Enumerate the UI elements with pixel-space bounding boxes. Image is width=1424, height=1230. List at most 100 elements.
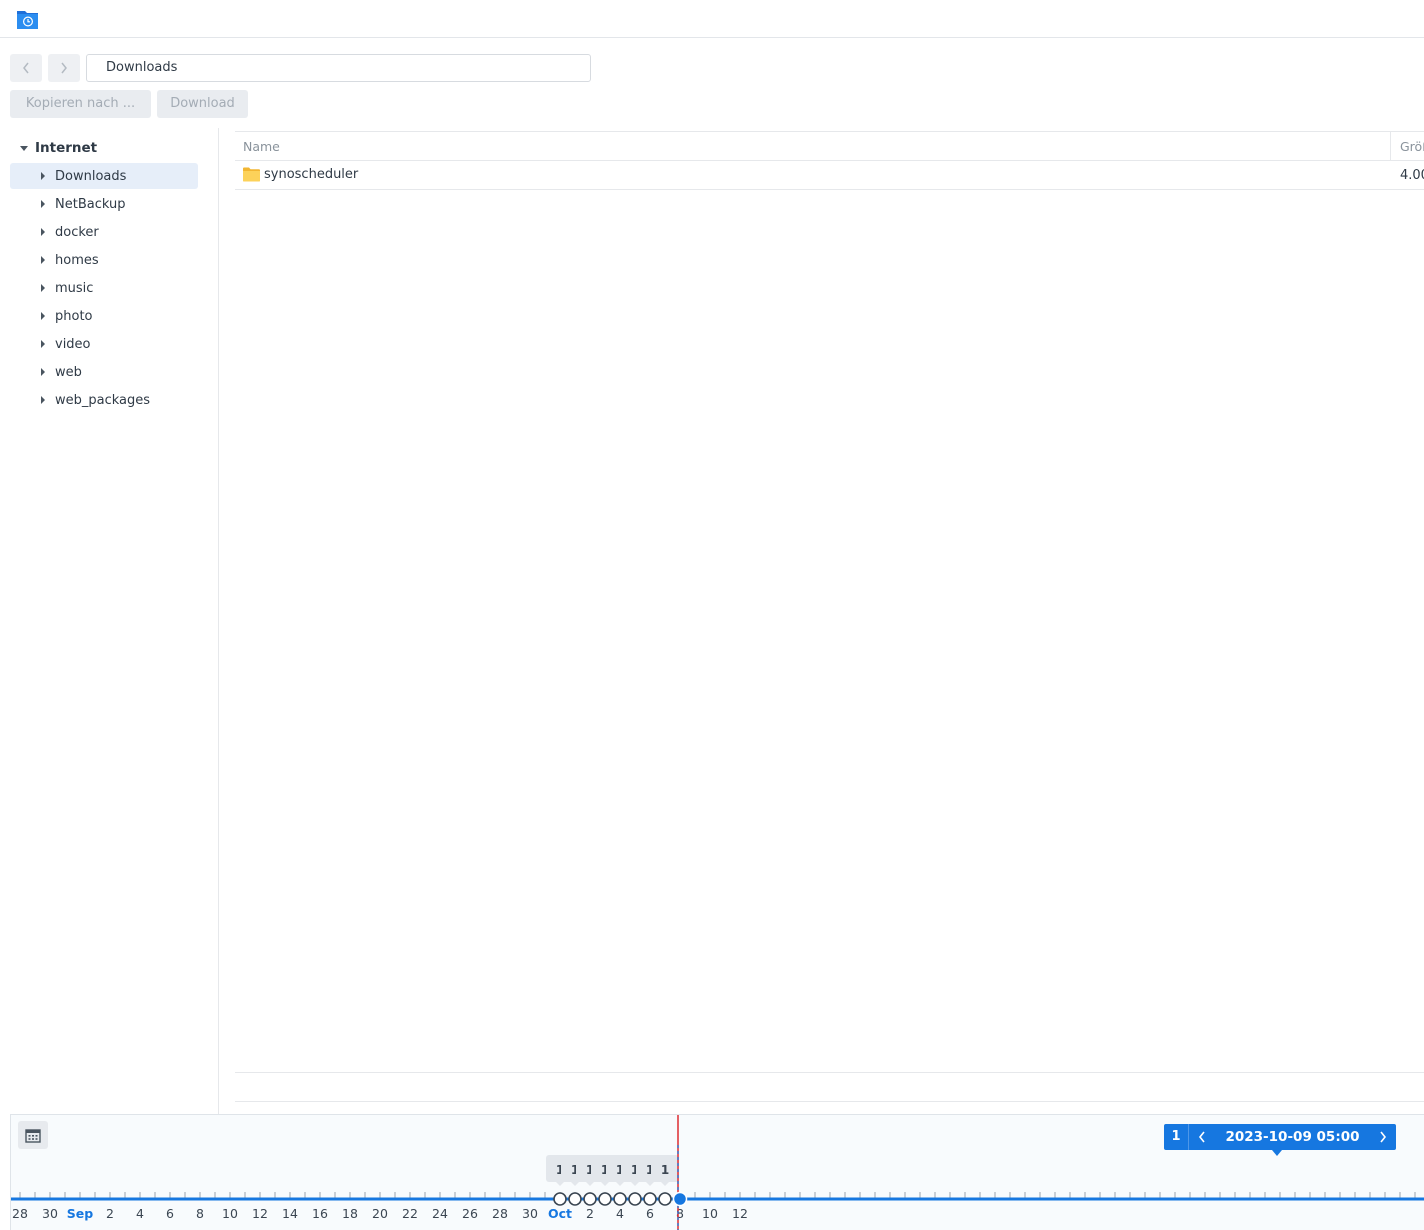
caret-right-icon[interactable] bbox=[41, 340, 45, 348]
date-navigator-pointer bbox=[1272, 1150, 1282, 1156]
timeline-tick-label: 28 bbox=[492, 1206, 508, 1221]
selected-version-date: 2023-10-09 05:00 bbox=[1225, 1129, 1360, 1145]
timeline-tick-label: 22 bbox=[402, 1206, 418, 1221]
timeline-tick-label: 4 bbox=[616, 1206, 624, 1221]
tree-item-docker[interactable]: docker bbox=[10, 219, 198, 245]
calendar-button[interactable] bbox=[18, 1121, 48, 1149]
version-marker bbox=[568, 1192, 582, 1206]
bubble-pointer bbox=[586, 1182, 594, 1186]
folder-icon bbox=[243, 167, 260, 182]
tree-item-label: video bbox=[55, 336, 91, 352]
version-count-label: 1 bbox=[661, 1163, 669, 1177]
caret-right-icon[interactable] bbox=[41, 284, 45, 292]
tree-item-label: homes bbox=[55, 252, 99, 268]
timeline-tick-label: 4 bbox=[136, 1206, 144, 1221]
timeline-tick-label: 24 bbox=[432, 1206, 448, 1221]
bubble-pointer bbox=[616, 1182, 624, 1186]
chevron-left-icon bbox=[23, 62, 29, 74]
column-header-size[interactable]: Größe bbox=[1400, 139, 1424, 154]
tree-item-music[interactable]: music bbox=[10, 275, 198, 301]
backup-explorer-app-icon bbox=[17, 11, 38, 29]
file-name: synoscheduler bbox=[264, 167, 359, 182]
version-marker bbox=[613, 1192, 627, 1206]
tree-item-label: photo bbox=[55, 308, 93, 324]
bubble-pointer bbox=[646, 1182, 654, 1186]
timeline-tick-label: 6 bbox=[646, 1206, 654, 1221]
file-size: 4.00 KB bbox=[1400, 168, 1424, 183]
version-marker bbox=[553, 1192, 567, 1206]
selected-version-marker bbox=[672, 1191, 688, 1207]
tree-item-web-packages[interactable]: web_packages bbox=[10, 387, 198, 413]
tree-item-video[interactable]: video bbox=[10, 331, 198, 357]
bubble-pointer bbox=[571, 1182, 579, 1186]
tree-item-downloads[interactable]: Downloads bbox=[10, 163, 198, 189]
divider bbox=[235, 1072, 1424, 1073]
timeline-tick-label: Sep bbox=[67, 1206, 93, 1221]
tree-item-label: Downloads bbox=[55, 168, 127, 184]
timeline-tick-label: 6 bbox=[166, 1206, 174, 1221]
bubble-pointer bbox=[661, 1182, 669, 1186]
tree-item-label: web_packages bbox=[55, 392, 151, 408]
version-count-badge: 1 bbox=[1164, 1124, 1189, 1150]
copy-to-button[interactable]: Kopieren nach ... bbox=[10, 90, 151, 118]
timeline-tick-label: Oct bbox=[548, 1206, 572, 1221]
file-table-header: Name Größe bbox=[235, 131, 1424, 161]
version-marker bbox=[628, 1192, 642, 1206]
caret-right-icon[interactable] bbox=[41, 396, 45, 404]
timeline-tick-label: 2 bbox=[106, 1206, 114, 1221]
bubble-pointer bbox=[556, 1182, 564, 1186]
tree-item-homes[interactable]: homes bbox=[10, 247, 198, 273]
timeline-tick-label: 30 bbox=[42, 1206, 58, 1221]
caret-down-icon bbox=[20, 145, 28, 151]
version-marker bbox=[643, 1192, 657, 1206]
forward-button[interactable] bbox=[48, 54, 80, 82]
download-button[interactable]: Download bbox=[157, 90, 248, 118]
tree-item-web[interactable]: web bbox=[10, 359, 198, 385]
caret-right-icon[interactable] bbox=[41, 256, 45, 264]
column-divider[interactable] bbox=[1390, 132, 1391, 161]
timeline-tick-label: 30 bbox=[522, 1206, 538, 1221]
column-header-name[interactable]: Name bbox=[243, 139, 280, 154]
caret-right-icon[interactable] bbox=[41, 228, 45, 236]
chevron-right-icon bbox=[61, 62, 67, 74]
caret-right-icon[interactable] bbox=[41, 172, 45, 180]
caret-right-icon[interactable] bbox=[41, 200, 45, 208]
caret-right-icon[interactable] bbox=[41, 368, 45, 376]
timeline-tick-label: 26 bbox=[462, 1206, 478, 1221]
timeline-tick-label: 12 bbox=[252, 1206, 268, 1221]
version-timeline: 28 30 Sep 2 4 6 8 10 12 14 16 18 20 22 24 26 28 30 Oct 2 4 6 8… bbox=[10, 1114, 1424, 1230]
version-date-navigator: 1 2023-10-09 05:00 bbox=[1164, 1124, 1396, 1150]
timeline-tick-label: 16 bbox=[312, 1206, 328, 1221]
tree-item-label: web bbox=[55, 364, 82, 380]
calendar-icon bbox=[25, 1128, 41, 1143]
timeline-tick-label: 14 bbox=[282, 1206, 298, 1221]
divider bbox=[235, 1101, 1424, 1102]
version-marker bbox=[598, 1192, 612, 1206]
tree-root-label: Internet bbox=[35, 140, 98, 156]
timeline-tick-label: 8 bbox=[196, 1206, 204, 1221]
tree-root-internet[interactable]: Internet bbox=[18, 138, 97, 158]
timeline-tick-label: 10 bbox=[222, 1206, 238, 1221]
version-marker bbox=[583, 1192, 597, 1206]
timeline-tick-label: 2 bbox=[586, 1206, 594, 1221]
bubble-pointer bbox=[631, 1182, 639, 1186]
caret-right-icon[interactable] bbox=[41, 312, 45, 320]
table-row[interactable]: synoscheduler 4.00 KB bbox=[235, 161, 1424, 190]
title-bar bbox=[0, 0, 1424, 38]
version-marker bbox=[658, 1192, 672, 1206]
tree-item-label: docker bbox=[55, 224, 99, 240]
next-version-button[interactable] bbox=[1370, 1124, 1396, 1150]
path-field[interactable]: Downloads bbox=[86, 54, 591, 82]
timeline-tick-label: 20 bbox=[372, 1206, 388, 1221]
timeline-tick-label: 12 bbox=[732, 1206, 748, 1221]
timeline-tick-label: 18 bbox=[342, 1206, 358, 1221]
tree-item-label: NetBackup bbox=[55, 196, 126, 212]
tree-item-netbackup[interactable]: NetBackup bbox=[10, 191, 198, 217]
back-button[interactable] bbox=[10, 54, 42, 82]
chevron-left-icon bbox=[1198, 1131, 1205, 1143]
timeline-tick-label: 28 bbox=[12, 1206, 28, 1221]
folder-tree: Internet Downloads NetBackup docker home… bbox=[0, 128, 219, 1114]
previous-version-button[interactable] bbox=[1189, 1124, 1215, 1150]
bubble-pointer bbox=[601, 1182, 609, 1186]
tree-item-photo[interactable]: photo bbox=[10, 303, 198, 329]
